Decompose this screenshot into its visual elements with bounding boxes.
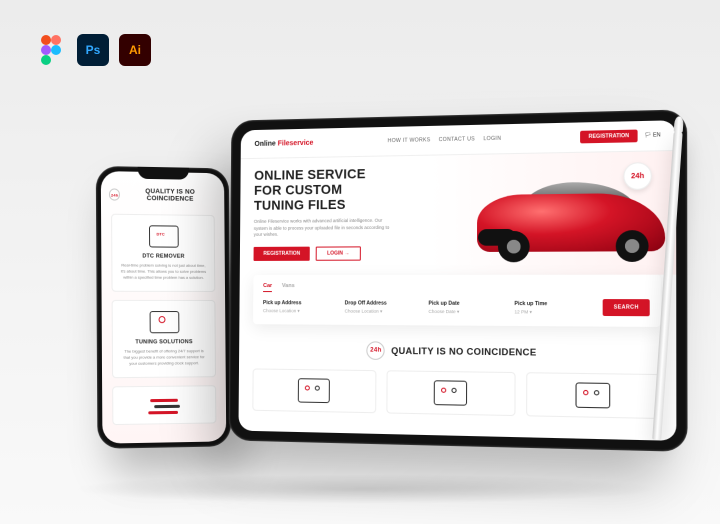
quality-title: QUALITY IS NO COINCIDENCE: [391, 346, 536, 358]
phone-quality-heading: 24h QUALITY IS NO COINCIDENCE: [109, 187, 217, 203]
phone-device: 24h QUALITY IS NO COINCIDENCE DTC DTC RE…: [96, 166, 231, 449]
nav-contact[interactable]: CONTACT US: [439, 136, 475, 143]
hero-login-button[interactable]: LOGIN →: [316, 246, 360, 260]
24h-badge-icon: 24h: [109, 188, 121, 200]
dropoff-address-field[interactable]: Drop Off Address Choose Location ▾: [345, 300, 419, 315]
phone-card2-desc: The biggest benefit of offering 24/7 sup…: [121, 348, 207, 367]
feature-card[interactable]: [252, 368, 376, 413]
brand-logo[interactable]: Online Fileservice: [254, 139, 313, 147]
tab-car[interactable]: Car: [263, 283, 272, 292]
phone-feature-card-dtc: DTC DTC REMOVER Real-time problem solvin…: [111, 214, 215, 292]
figma-icon: [35, 34, 67, 66]
search-panel: Car Vans Pick up Address Choose Location…: [253, 275, 661, 327]
feature-icon: [298, 378, 330, 403]
photoshop-icon: Ps: [77, 34, 109, 66]
dtc-icon: DTC: [148, 225, 178, 247]
phone-feature-card-3: [112, 385, 216, 425]
illustrator-icon: Ai: [119, 34, 151, 66]
tuning-icon: [149, 311, 179, 333]
tab-vans[interactable]: Vans: [282, 283, 295, 292]
stripes-icon: [148, 397, 182, 420]
pickup-address-field[interactable]: Pick up Address Choose Location ▾: [263, 300, 335, 314]
search-button[interactable]: SEARCH: [603, 299, 650, 316]
feature-icon: [434, 380, 467, 405]
phone-card1-title: DTC REMOVER: [120, 253, 206, 260]
nav-how-it-works[interactable]: HOW IT WORKS: [388, 137, 431, 144]
main-nav: HOW IT WORKS CONTACT US LOGIN: [388, 136, 502, 145]
design-tool-icons: Ps Ai: [35, 34, 151, 66]
feature-cards-row: [239, 358, 677, 419]
phone-notch: [137, 167, 188, 180]
language-selector[interactable]: 🏳 EN: [644, 132, 660, 139]
hero-car-image: 24h: [472, 158, 665, 265]
ground-shadow: [70, 474, 660, 504]
feature-card[interactable]: [386, 370, 515, 416]
registration-button[interactable]: REGISTRATION: [580, 130, 638, 144]
nav-login[interactable]: LOGIN: [483, 136, 501, 143]
hero-section: ONLINE SERVICE FOR CUSTOM TUNING FILES O…: [240, 151, 676, 275]
hero-registration-button[interactable]: REGISTRATION: [254, 247, 311, 261]
brand-word-2: Fileservice: [278, 139, 314, 147]
feature-card[interactable]: [526, 372, 661, 419]
phone-feature-card-tuning: TUNING SOLUTIONS The biggest benefit of …: [112, 300, 216, 378]
hero-description: Online Fileservice works with advanced a…: [254, 217, 394, 239]
phone-card1-desc: Real-time problem solving is not just ab…: [120, 262, 206, 281]
phone-screen: 24h QUALITY IS NO COINCIDENCE DTC DTC RE…: [101, 171, 226, 444]
brand-word-1: Online: [254, 140, 275, 147]
phone-card2-title: TUNING SOLUTIONS: [121, 339, 207, 345]
24h-badge-icon: 24h: [367, 341, 385, 360]
feature-icon: [575, 382, 610, 408]
tablet-screen: Online Fileservice HOW IT WORKS CONTACT …: [238, 120, 676, 441]
pickup-date-field[interactable]: Pick up Date Choose Date ▾: [428, 301, 503, 316]
tablet-device: Online Fileservice HOW IT WORKS CONTACT …: [229, 109, 688, 452]
phone-quality-title: QUALITY IS NO COINCIDENCE: [123, 188, 216, 203]
pickup-time-field[interactable]: Pick up Time 12 PM ▾: [514, 301, 591, 316]
24h-badge-icon: 24h: [623, 162, 651, 190]
